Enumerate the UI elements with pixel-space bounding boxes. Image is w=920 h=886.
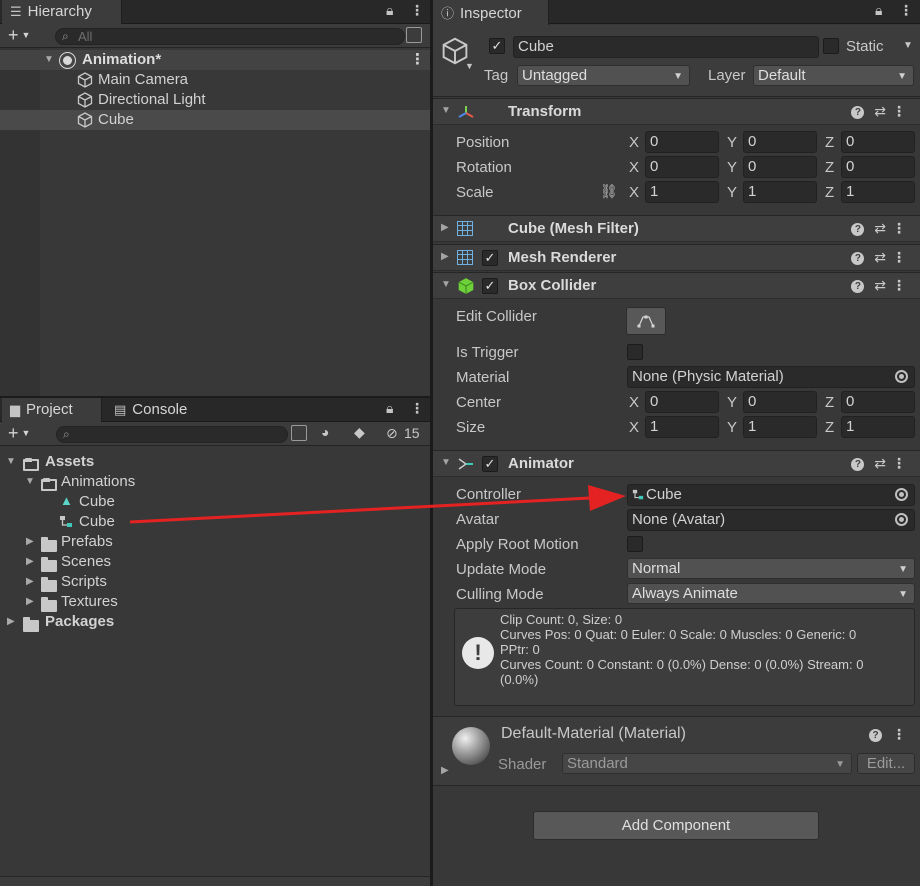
annotation-arrow <box>129 485 626 524</box>
annotation-arrow-shaft <box>129 496 591 524</box>
annotation-arrow-head <box>588 485 626 511</box>
